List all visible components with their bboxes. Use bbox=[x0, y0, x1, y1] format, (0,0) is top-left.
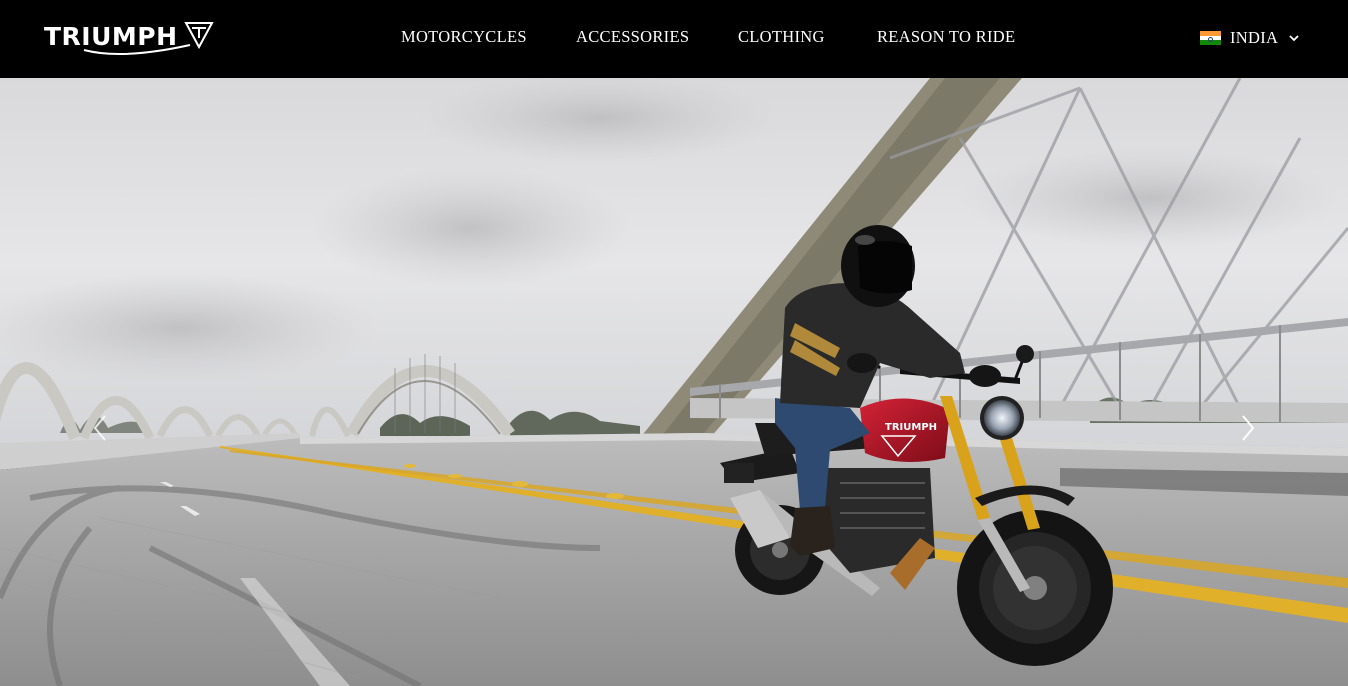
nav-reason-to-ride[interactable]: REASON TO RIDE bbox=[877, 27, 1015, 47]
site-header: TRIUMPH MOTORCYCLES ACCESSORIES CLOTHING… bbox=[0, 0, 1348, 78]
region-label: INDIA bbox=[1230, 28, 1279, 47]
nav-clothing[interactable]: CLOTHING bbox=[738, 27, 825, 47]
india-flag-icon bbox=[1200, 31, 1221, 46]
slider-next-button[interactable] bbox=[1236, 413, 1260, 443]
tank-badge-text: TRIUMPH bbox=[885, 422, 937, 433]
nav-accessories[interactable]: ACCESSORIES bbox=[576, 27, 689, 47]
chevron-right-icon bbox=[1242, 415, 1255, 441]
main-nav: MOTORCYCLES ACCESSORIES CLOTHING REASON … bbox=[0, 0, 1348, 78]
region-selector[interactable]: INDIA bbox=[1200, 27, 1299, 49]
page: TRIUMPH MOTORCYCLES ACCESSORIES CLOTHING… bbox=[0, 0, 1348, 686]
motorcycle-rider-on-bridge-image: TRIUMPH bbox=[0, 78, 1348, 686]
hero-slider: TRIUMPH bbox=[0, 78, 1348, 686]
chevron-left-icon bbox=[93, 415, 106, 441]
slider-prev-button[interactable] bbox=[88, 413, 112, 443]
chevron-down-icon bbox=[1289, 34, 1299, 41]
nav-motorcycles[interactable]: MOTORCYCLES bbox=[401, 27, 527, 47]
